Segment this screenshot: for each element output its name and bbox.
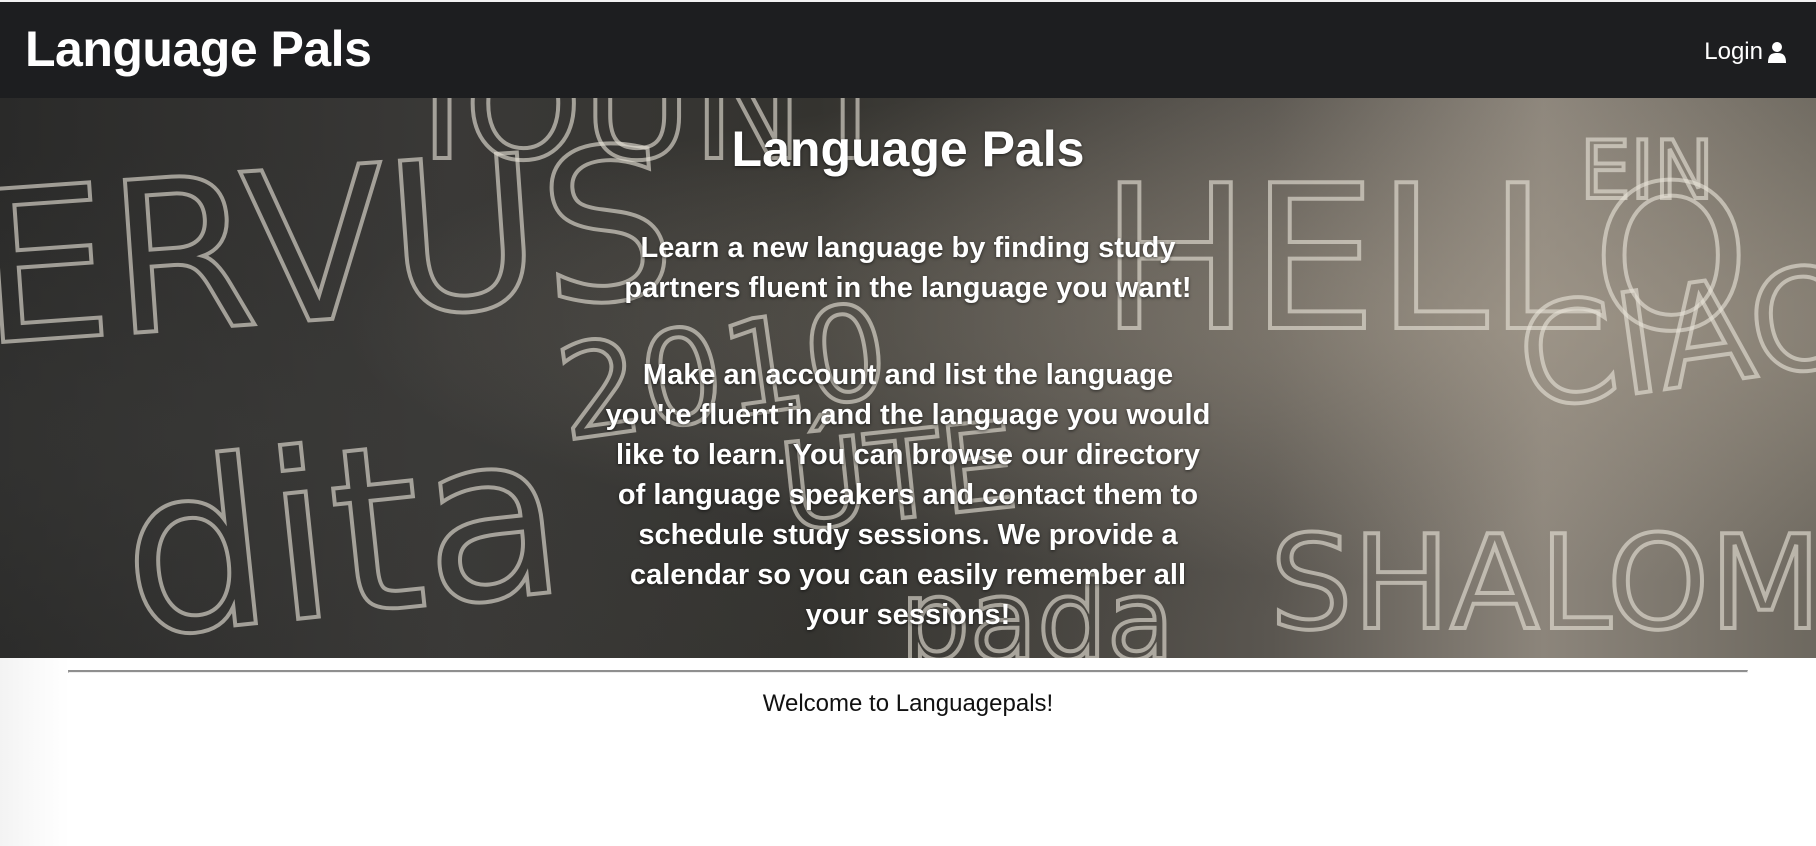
hero-intro-text: Learn a new language by finding study pa…: [624, 232, 1192, 304]
login-label: Login: [1704, 38, 1763, 65]
left-edge-shade: [0, 658, 70, 846]
brand-link[interactable]: Language Pals: [25, 22, 372, 77]
welcome-message: Welcome to Languagepals!: [762, 690, 1054, 717]
hero-title: Language Pals: [731, 121, 1085, 177]
svg-text:SHALOM: SHALOM: [1270, 507, 1816, 658]
user-icon: [1768, 41, 1786, 63]
section-divider: [68, 670, 1748, 673]
top-navbar: Language Pals Login: [0, 0, 1816, 98]
svg-text:dita: dita: [109, 379, 576, 658]
login-link[interactable]: Login: [1704, 38, 1786, 66]
hero-banner: ERVUS IOUNT dita 2010 HELLO CIAO EIN SHA…: [0, 98, 1816, 658]
hero-description-text: Make an account and list the language yo…: [605, 359, 1211, 631]
